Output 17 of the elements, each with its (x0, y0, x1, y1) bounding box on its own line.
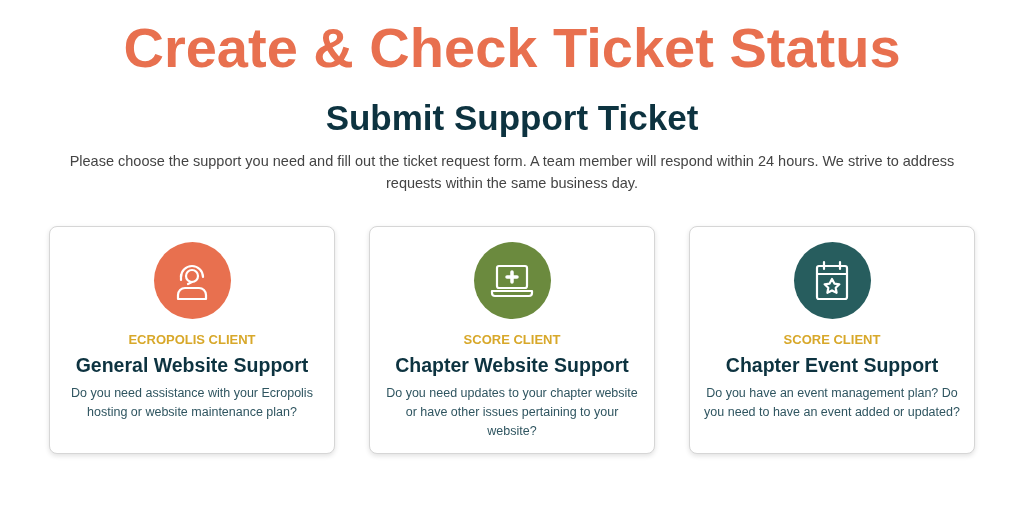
card-description: Do you have an event management plan? Do you need to have an event added or updated? (704, 385, 960, 421)
client-label: SCORE CLIENT (783, 332, 881, 348)
intro-text: Please choose the support you need and fill out the ticket request form. A team member will respond within 24 hours. We strive to address requests within the same business day. (68, 152, 956, 193)
laptop-plus-icon (490, 262, 534, 299)
support-card[interactable]: SCORE CLIENT Chapter Event Support Do you have an event management plan? Do you need to have an event added or updated? (689, 226, 975, 454)
card-title: General Website Support (75, 353, 309, 378)
section-heading: Submit Support Ticket (325, 97, 699, 139)
client-label: SCORE CLIENT (463, 332, 561, 348)
card-title: Chapter Website Support (395, 353, 629, 378)
page-title: Create & Check Ticket Status (123, 15, 901, 81)
calendar-star-icon (814, 259, 850, 302)
card-description: Do you need assistance with your Ecropolis hosting or website maintenance plan? (70, 385, 314, 421)
card-description: Do you need updates to your chapter website or have other issues pertaining to your website? (385, 385, 639, 440)
client-label: ECROPOLIS CLIENT (128, 332, 256, 348)
card-title: Chapter Event Support (725, 353, 939, 378)
support-card[interactable]: ECROPOLIS CLIENT General Website Support Do you need assistance with your Ecropolis hosting or website maintenance plan? (49, 226, 335, 454)
support-card[interactable]: SCORE CLIENT Chapter Website Support Do you need updates to your chapter website or have other issues pertaining to your website? (369, 226, 655, 454)
